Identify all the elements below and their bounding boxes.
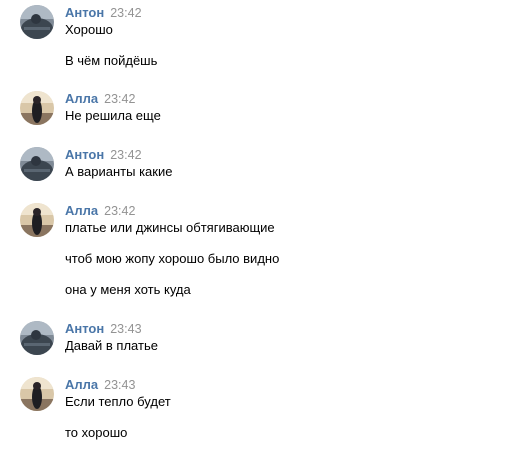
anton-avatar-icon [20,5,54,39]
message-header: Антон 23:43 [65,321,142,337]
message-header: Алла 23:43 [65,377,135,393]
avatar[interactable] [20,147,54,181]
avatar[interactable] [20,91,54,125]
message-text: она у меня хоть куда [65,282,191,297]
message-time[interactable]: 23:43 [104,378,135,392]
avatar[interactable] [20,203,54,237]
anton-avatar-icon [20,321,54,355]
alla-avatar-icon [20,91,54,125]
avatar[interactable] [20,377,54,411]
avatar[interactable] [20,321,54,355]
message-time[interactable]: 23:42 [110,148,141,162]
message-text: Давай в платье [65,338,158,353]
avatar[interactable] [20,5,54,39]
message-header: Алла 23:42 [65,91,135,107]
author-name[interactable]: Алла [65,377,98,392]
message-group: Антон 23:42 Хорошо В чём пойдёшь [0,5,516,69]
message-header: Антон 23:42 [65,147,142,163]
message-group: Алла 23:43 Если тепло будет то хорошо [0,377,516,443]
author-name[interactable]: Антон [65,5,104,20]
author-name[interactable]: Антон [65,321,104,336]
message-time[interactable]: 23:42 [104,204,135,218]
message-text: платье или джинсы обтягивающие [65,220,275,235]
alla-avatar-icon [20,203,54,237]
anton-avatar-icon [20,147,54,181]
message-text: Хорошо [65,22,113,37]
message-text: чтоб мою жопу хорошо было видно [65,251,280,266]
message-time[interactable]: 23:42 [110,6,141,20]
message-group: Антон 23:43 Давай в платье [0,321,516,357]
message-group: Алла 23:42 платье или джинсы обтягивающие… [0,203,516,299]
message-group: Антон 23:42 А варианты какие [0,147,516,183]
message-text: Не решила еще [65,108,161,123]
message-time[interactable]: 23:42 [104,92,135,106]
message-group: Алла 23:42 Не решила еще [0,91,516,127]
message-header: Антон 23:42 [65,5,142,21]
message-time[interactable]: 23:43 [110,322,141,336]
message-text: Если тепло будет [65,394,171,409]
message-text: В чём пойдёшь [65,53,158,68]
message-text: А варианты какие [65,164,173,179]
author-name[interactable]: Алла [65,203,98,218]
author-name[interactable]: Алла [65,91,98,106]
message-header: Алла 23:42 [65,203,135,219]
author-name[interactable]: Антон [65,147,104,162]
message-text: то хорошо [65,425,128,440]
alla-avatar-icon [20,377,54,411]
